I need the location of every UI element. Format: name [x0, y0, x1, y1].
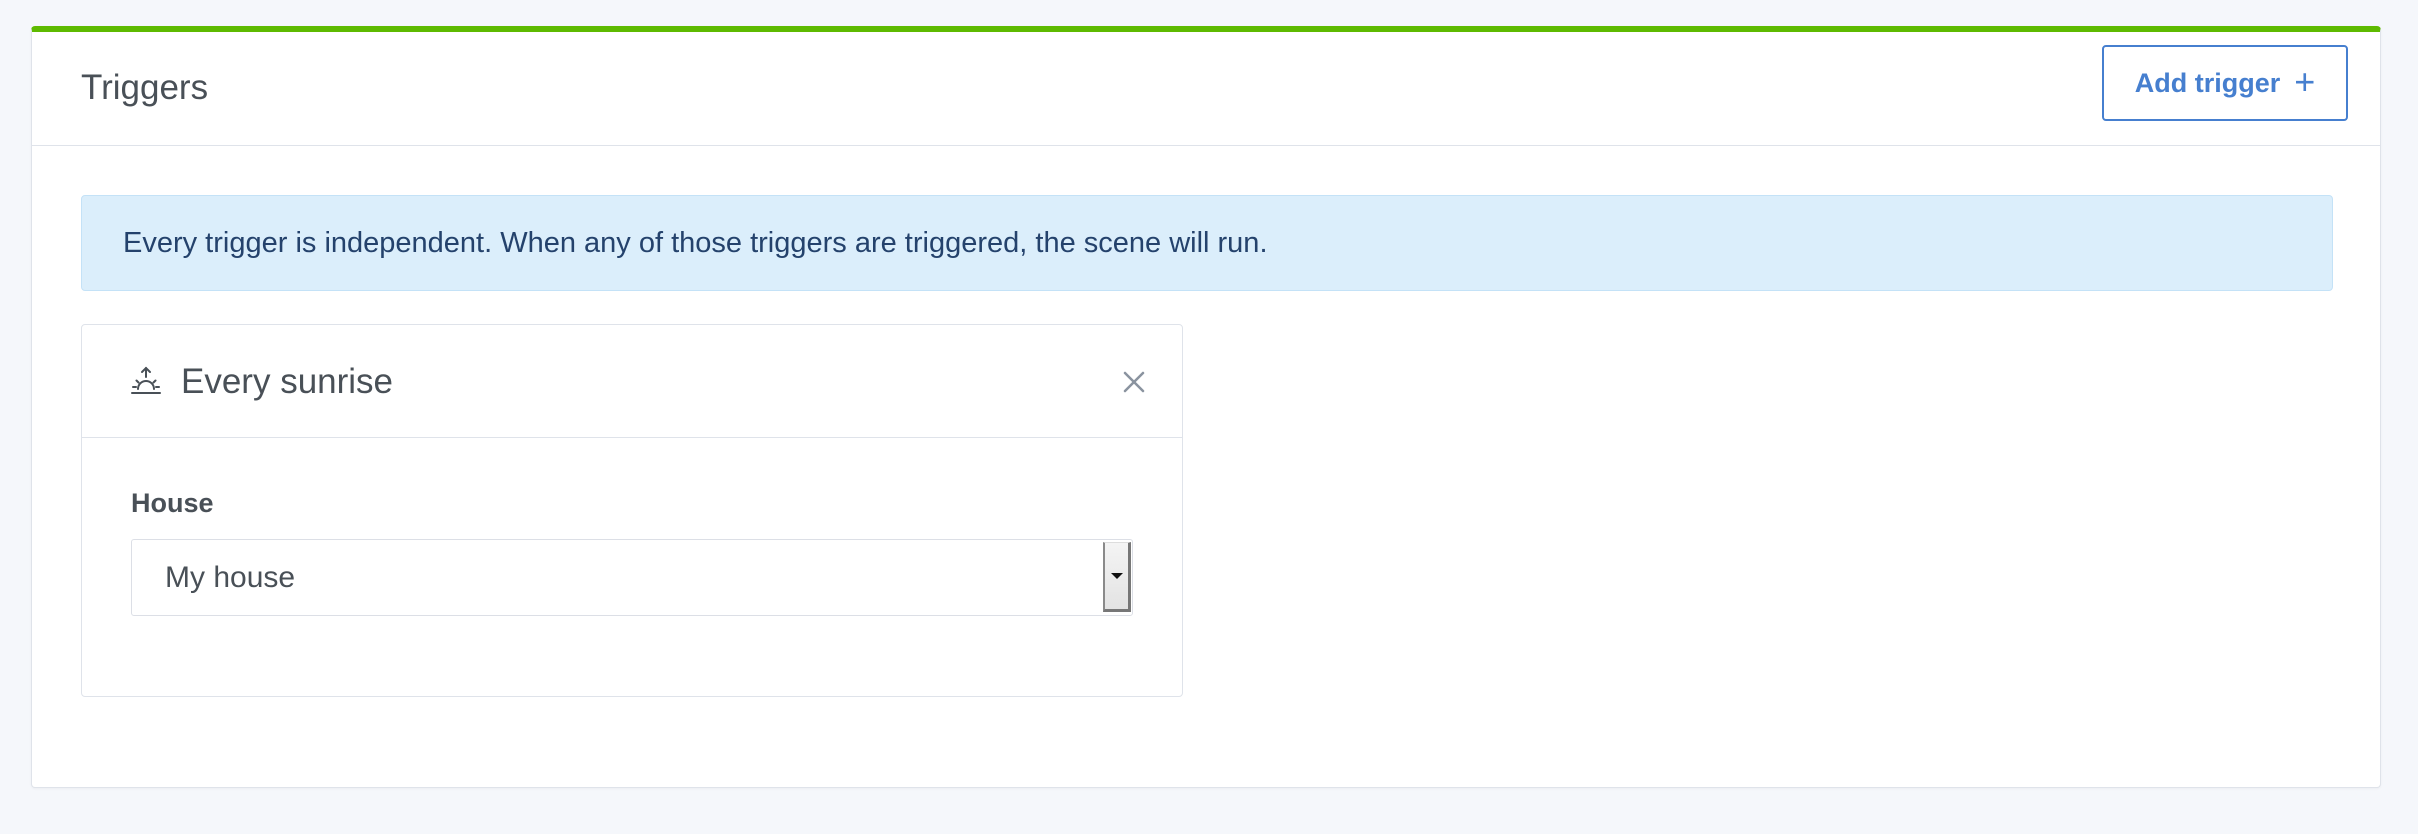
house-select-value: My house	[165, 561, 296, 594]
house-field-label: House	[131, 488, 214, 518]
card-header: Triggers Add trigger +	[32, 32, 2380, 146]
trigger-title: Every sunrise	[181, 362, 394, 401]
trigger-header: Every sunrise	[82, 325, 1182, 438]
add-trigger-label: Add trigger	[2134, 67, 2281, 98]
info-alert: Every trigger is independent. When any o…	[81, 195, 2333, 291]
page-title: Triggers	[81, 68, 209, 107]
chevron-down-icon[interactable]	[1103, 542, 1131, 612]
add-trigger-button[interactable]: Add trigger +	[2102, 45, 2348, 121]
plus-icon: +	[2294, 60, 2316, 102]
alert-text: Every trigger is independent. When any o…	[123, 226, 1268, 259]
close-icon[interactable]	[1121, 369, 1147, 395]
trigger-card: Every sunrise House My house	[81, 324, 1183, 697]
sunrise-icon	[131, 366, 161, 394]
triggers-card: Triggers Add trigger + Every trigger is …	[31, 26, 2381, 788]
house-select[interactable]: My house	[131, 539, 1133, 616]
